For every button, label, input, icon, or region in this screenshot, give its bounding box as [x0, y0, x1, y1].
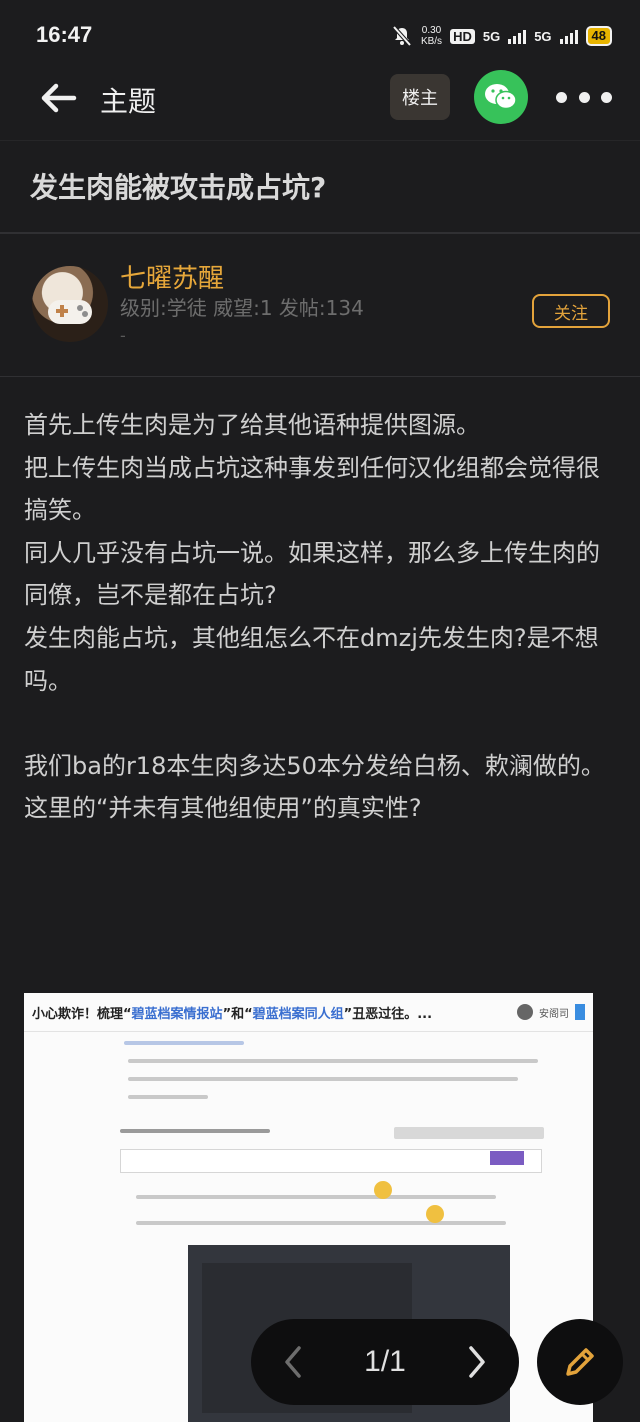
net-speed: 0.30 KB/s — [420, 25, 443, 47]
embedded-avatar-icon — [517, 1004, 533, 1020]
status-time: 16:47 — [36, 22, 93, 47]
content-paragraph: 发生肉能占坑，其他组怎么不在dmzj先发生肉?是不想吗。 — [24, 623, 599, 695]
embedded-header: 小心欺诈！梳理“碧蓝档案情报站”和“碧蓝档案同人组”丑恶过往。... 安阁司 — [24, 993, 593, 1032]
signal-2-icon — [559, 28, 578, 44]
title-divider — [0, 232, 640, 234]
content-paragraph: 首先上传生肉是为了给其他语种提供图源。 — [24, 411, 480, 439]
content-paragraph: 我们ba的r18本生肉多达50本分发给白杨、欶澜做的。 — [24, 751, 605, 780]
author-name[interactable]: 七曜苏醒 — [120, 258, 224, 295]
author-extra: - — [120, 326, 126, 345]
blur-line — [136, 1221, 506, 1225]
reply-button[interactable] — [537, 1319, 623, 1405]
only-op-button[interactable]: 楼主 — [390, 74, 450, 120]
blur-line — [128, 1077, 518, 1081]
embedded-badge-icon — [575, 1004, 585, 1020]
content-paragraph — [24, 702, 620, 745]
blur-tag — [490, 1151, 524, 1165]
page-navigator: 1/1 — [251, 1319, 519, 1405]
content-paragraph: 把上传生肉当成占坑这种事发到任何汉化组都会觉得很搞笑。 — [24, 453, 600, 525]
post-content: 首先上传生肉是为了给其他语种提供图源。 把上传生肉当成占坑这种事发到任何汉化组都… — [24, 404, 620, 830]
blur-line — [136, 1195, 496, 1199]
author-info: 级别:学徒 威望:1 发帖:134 — [120, 296, 364, 320]
signal-1-icon — [508, 28, 527, 44]
status-bar: 16:47 0.30 KB/s HD 5G 5G 48 — [0, 0, 640, 70]
nav-bar: 主题 楼主 — [0, 70, 640, 126]
gamepad-icon — [48, 300, 92, 324]
mute-bell-icon — [392, 25, 412, 47]
author-block: 七曜苏醒 级别:学徒 威望:1 发帖:134 - 关注 — [0, 252, 640, 362]
back-arrow-icon[interactable] — [38, 78, 78, 118]
blur-line — [120, 1129, 270, 1133]
blur-line — [124, 1041, 244, 1045]
follow-button[interactable]: 关注 — [532, 294, 610, 328]
content-paragraph: 同人几乎没有占坑一说。如果这样，那么多上传生肉的同僚，岂不是都在占坑? — [24, 538, 600, 610]
page-indicator[interactable]: 1/1 — [364, 1345, 406, 1379]
more-options-icon[interactable] — [556, 88, 612, 106]
status-icons: 0.30 KB/s HD 5G 5G 48 — [391, 22, 612, 50]
blur-box — [120, 1149, 542, 1173]
author-divider — [0, 376, 640, 377]
title-divider-top — [0, 140, 640, 141]
pencil-icon — [566, 1348, 594, 1376]
embedded-user: 安阁司 — [517, 1004, 585, 1020]
battery-icon: 48 — [585, 26, 612, 46]
emoji-icon — [426, 1205, 444, 1223]
post-title: 发生肉能被攻击成占坑? — [30, 171, 327, 204]
blur-line — [128, 1059, 538, 1063]
prev-page-icon[interactable] — [281, 1344, 305, 1380]
wechat-share-button[interactable] — [474, 70, 528, 124]
embedded-title: 小心欺诈！梳理“碧蓝档案情报站”和“碧蓝档案同人组”丑恶过往。... — [32, 1006, 433, 1022]
sim2-label: 5G — [534, 28, 552, 44]
next-page-icon[interactable] — [465, 1344, 489, 1380]
blur-line — [128, 1095, 208, 1099]
wechat-icon — [485, 84, 517, 110]
hd-badge: HD — [450, 28, 475, 44]
emoji-icon — [374, 1181, 392, 1199]
content-paragraph: 这里的“并未有其他组使用”的真实性? — [24, 794, 422, 823]
avatar[interactable] — [32, 266, 108, 342]
blur-line — [394, 1127, 544, 1139]
sim1-label: 5G — [482, 28, 501, 44]
nav-title: 主题 — [100, 85, 157, 118]
